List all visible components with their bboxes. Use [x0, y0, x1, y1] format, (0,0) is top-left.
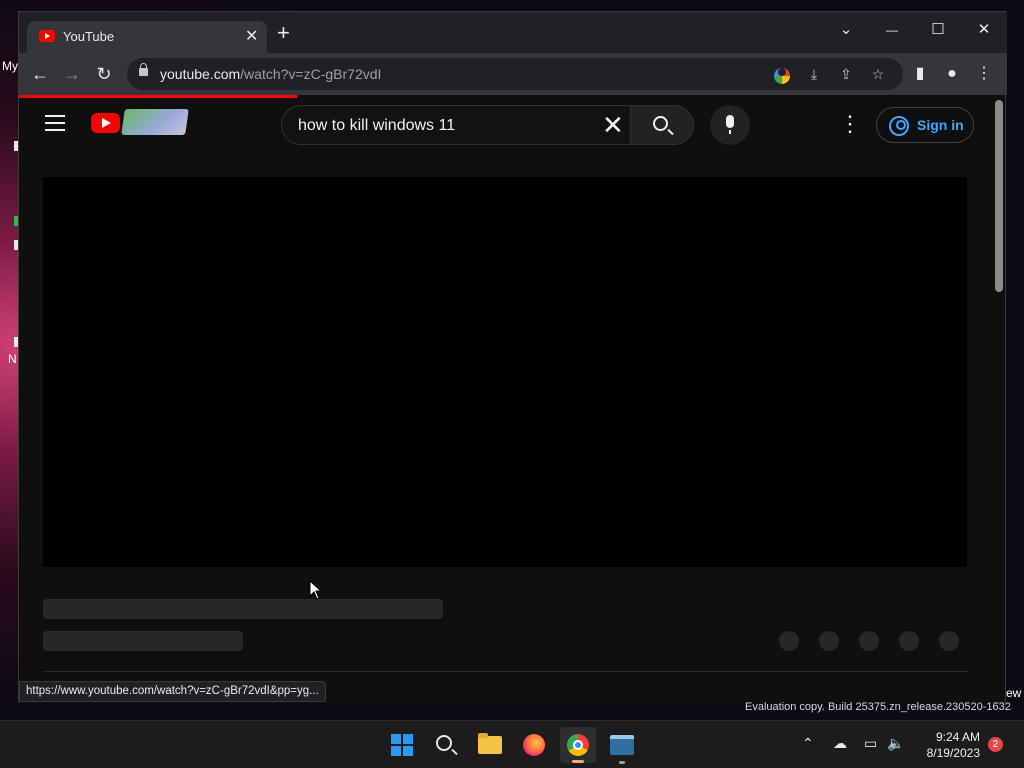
url-host: youtube.com	[160, 66, 241, 82]
volume-icon[interactable]: 🔈	[887, 735, 904, 752]
chrome-icon	[567, 734, 589, 756]
file-explorer-button[interactable]	[472, 727, 508, 763]
side-panel-icon[interactable]: ▮	[908, 62, 932, 86]
youtube-favicon-icon	[39, 30, 55, 42]
clock-date: 8/19/2023	[926, 746, 980, 760]
google-lens-icon[interactable]	[772, 64, 792, 84]
tab-search-button[interactable]: ⌄	[831, 18, 861, 42]
running-indicator	[619, 761, 625, 764]
display-icon[interactable]: ▭	[864, 735, 877, 752]
search-icon	[436, 735, 452, 751]
back-button[interactable]: ←	[27, 62, 53, 88]
tab-close-icon[interactable]: ✕	[245, 26, 258, 46]
address-bar[interactable]: youtube.com/watch?v=zC-gBr72vdI ⤓ ⇪ ☆	[127, 58, 903, 90]
action-placeholder	[779, 631, 799, 651]
new-tab-button[interactable]: +	[277, 22, 290, 44]
clock-time: 9:24 AM	[935, 730, 980, 744]
close-window-button[interactable]: ✕	[969, 18, 999, 42]
chrome-button[interactable]	[560, 727, 596, 763]
youtube-page: how to kill windows 11 ✕ ⋮ Sign in https…	[19, 95, 993, 703]
active-indicator	[572, 760, 584, 763]
reload-button[interactable]: ↻	[91, 62, 117, 88]
folder-icon	[478, 733, 502, 754]
page-scrollbar[interactable]	[995, 100, 1003, 292]
terminal-button[interactable]	[604, 727, 640, 764]
taskbar: ⌃ ☁ ▭ 🔈 9:24 AM 8/19/2023 2	[0, 720, 1024, 768]
lock-icon[interactable]	[139, 63, 148, 76]
notification-badge[interactable]: 2	[988, 737, 1003, 752]
install-app-icon[interactable]: ⤓	[804, 64, 824, 84]
share-icon[interactable]: ⇪	[836, 64, 856, 84]
browser-titlebar: YouTube ✕ + ⌄ — ☐ ✕	[19, 12, 1007, 53]
title-placeholder	[43, 599, 443, 619]
chrome-menu-icon[interactable]: ⋮	[972, 62, 996, 86]
tab-youtube[interactable]: YouTube ✕	[27, 21, 267, 53]
taskbar-search-button[interactable]	[428, 727, 464, 763]
bookmark-star-icon[interactable]: ☆	[868, 64, 888, 84]
profile-icon[interactable]: ●	[940, 62, 964, 86]
clear-search-icon[interactable]: ✕	[602, 110, 624, 140]
os-watermark: Evaluation copy. Build 25375.zn_release.…	[745, 701, 1011, 713]
search-button[interactable]	[630, 105, 694, 145]
system-clock[interactable]: 9:24 AM 8/19/2023	[918, 729, 980, 761]
action-placeholder	[859, 631, 879, 651]
microphone-icon	[726, 115, 734, 134]
start-button[interactable]	[384, 727, 420, 763]
search-query-text: how to kill windows 11	[298, 117, 456, 134]
sign-in-label: Sign in	[917, 117, 964, 133]
desktop-icon-label[interactable]: My	[2, 59, 18, 73]
section-divider	[43, 671, 969, 672]
action-placeholder	[939, 631, 959, 651]
search-icon	[653, 116, 668, 131]
minimize-button[interactable]: —	[877, 18, 907, 42]
terminal-icon	[610, 735, 634, 755]
link-status-bubble: https://www.youtube.com/watch?v=zC-gBr72…	[19, 681, 326, 702]
guide-menu-icon[interactable]	[45, 115, 65, 131]
sign-in-button[interactable]: Sign in	[876, 107, 974, 143]
desktop-edge-text: ew	[1006, 686, 1022, 700]
youtube-doodle-logo[interactable]	[121, 109, 189, 135]
url-text[interactable]: youtube.com/watch?v=zC-gBr72vdI	[160, 66, 381, 82]
account-icon	[889, 116, 909, 136]
settings-more-icon[interactable]: ⋮	[839, 109, 861, 139]
firefox-icon	[523, 734, 545, 756]
browser-toolbar: ← → ↻ youtube.com/watch?v=zC-gBr72vdI ⤓ …	[19, 53, 1007, 95]
action-placeholder	[899, 631, 919, 651]
windows-start-icon	[391, 734, 413, 756]
url-path: /watch?v=zC-gBr72vdI	[240, 66, 382, 82]
youtube-logo[interactable]	[91, 113, 120, 133]
video-player[interactable]	[43, 177, 967, 567]
voice-search-button[interactable]	[710, 105, 750, 145]
channel-placeholder	[43, 631, 243, 651]
page-load-progress	[19, 95, 297, 98]
search-input[interactable]: how to kill windows 11 ✕	[281, 105, 631, 145]
forward-button[interactable]: →	[59, 62, 85, 88]
desktop-icon-label[interactable]: N	[8, 352, 17, 366]
browser-window: YouTube ✕ + ⌄ — ☐ ✕ ← → ↻ youtube.com/wa…	[18, 11, 1007, 703]
action-placeholder	[819, 631, 839, 651]
chevron-up-icon[interactable]: ⌃	[802, 735, 814, 752]
network-disconnected-icon[interactable]: ☁	[833, 735, 847, 752]
maximize-button[interactable]: ☐	[923, 18, 953, 42]
firefox-button[interactable]	[516, 727, 552, 763]
tab-title: YouTube	[63, 29, 115, 44]
